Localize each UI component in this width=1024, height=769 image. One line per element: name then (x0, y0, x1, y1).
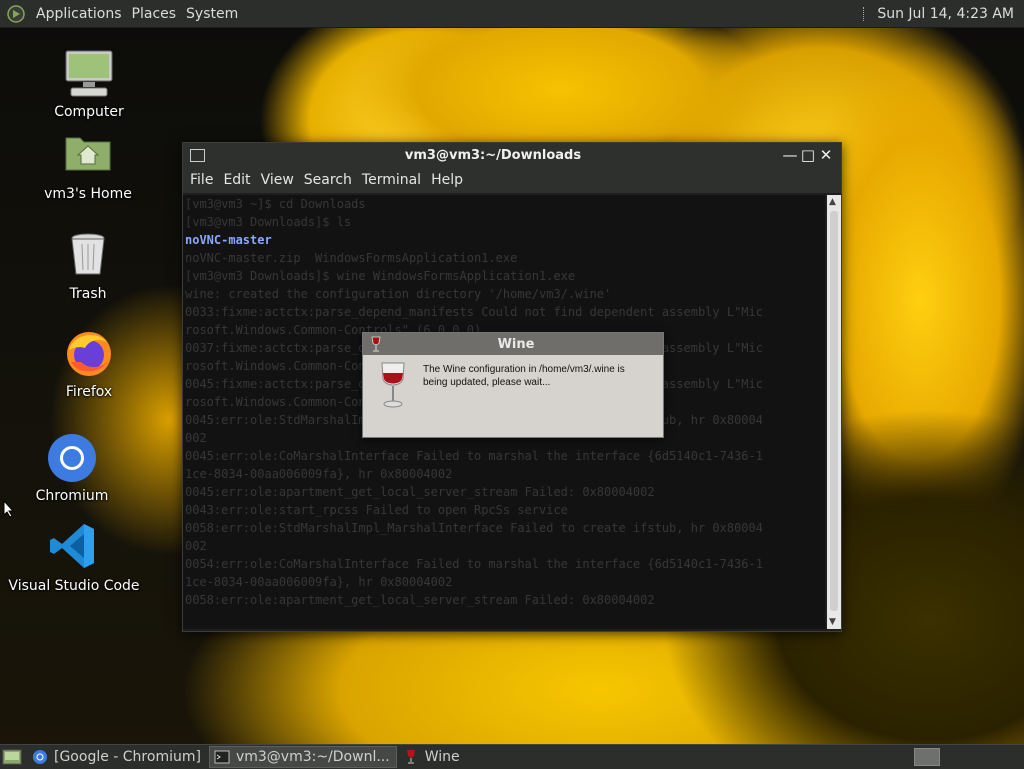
mate-logo-icon[interactable] (7, 4, 25, 23)
computer-icon (63, 48, 115, 100)
clock[interactable]: Sun Jul 14, 4:23 AM (877, 6, 1014, 22)
wine-dialog-title: Wine (497, 336, 535, 352)
minimize-button[interactable]: — (781, 146, 799, 164)
wine-dialog[interactable]: Wine The Wine configuration in /home/vm3… (362, 332, 664, 438)
menu-view[interactable]: View (256, 172, 299, 188)
menu-help[interactable]: Help (426, 172, 468, 188)
desktop-icon-home[interactable]: vm3's Home (18, 130, 158, 202)
terminal-line: wine: created the configuration director… (185, 287, 612, 301)
terminal-line: 0045:err:ole:apartment_get_local_server_… (185, 485, 655, 499)
terminal-scrollbar[interactable]: ▲ ▼ (827, 195, 841, 629)
scroll-thumb[interactable] (830, 211, 838, 611)
places-menu[interactable]: Places (127, 6, 182, 22)
terminal-titlebar[interactable]: vm3@vm3:~/Downloads — □ ✕ (183, 143, 841, 167)
terminal-line: 1ce-8034-00aa006009fa}, hr 0x80004002 (185, 575, 453, 589)
close-button[interactable]: ✕ (817, 146, 835, 164)
terminal-line: 0054:err:ole:CoMarshalInterface Failed t… (185, 557, 763, 571)
terminal-line: 0033:fixme:actctx:parse_depend_manifests… (185, 305, 763, 319)
terminal-line: 002 (185, 539, 207, 553)
panel-separator (863, 6, 867, 21)
taskbar-item-label: [Google - Chromium] (54, 749, 201, 765)
menu-edit[interactable]: Edit (218, 172, 255, 188)
chromium-icon (33, 750, 47, 764)
show-desktop-icon[interactable] (2, 748, 22, 766)
terminal-line: [vm3@vm3 Downloads]$ wine WindowsFormsAp… (185, 269, 576, 283)
home-folder-icon (62, 130, 114, 182)
desktop-icon-label: Chromium (35, 488, 109, 504)
vscode-icon (48, 522, 100, 574)
taskbar-item-label: vm3@vm3:~/Downl... (235, 749, 390, 765)
terminal-line: [vm3@vm3 ~]$ cd Downloads (185, 197, 366, 211)
workspace-switcher[interactable] (914, 748, 940, 766)
wine-dialog-message: The Wine configuration in /home/vm3/.win… (423, 364, 625, 388)
desktop-icon-label: Trash (69, 286, 107, 302)
window-title: vm3@vm3:~/Downloads (404, 147, 582, 163)
terminal-line: noVNC-master (185, 231, 825, 249)
top-panel: Applications Places System Sun Jul 14, 4… (0, 0, 1024, 28)
terminal-icon (190, 148, 205, 162)
terminal-line: [vm3@vm3 Downloads]$ ls (185, 215, 352, 229)
terminal-line: 1ce-8034-00aa006009fa}, hr 0x80004002 (185, 467, 453, 481)
desktop-icon-firefox[interactable]: Firefox (19, 328, 159, 400)
terminal-line: 0058:err:ole:StdMarshalImpl_MarshalInter… (185, 521, 763, 535)
taskbar-item-wine[interactable]: Wine (399, 747, 466, 767)
desktop-icon-label: Visual Studio Code (8, 578, 140, 594)
desktop-icon-chromium[interactable]: Chromium (2, 432, 142, 504)
chromium-icon (46, 432, 98, 484)
wine-icon (406, 750, 415, 764)
wine-icon (371, 336, 381, 352)
desktop-icon-label: Firefox (65, 384, 113, 400)
terminal-icon (214, 750, 230, 764)
desktop-icon-computer[interactable]: Computer (19, 48, 159, 120)
terminal-menubar: File Edit View Search Terminal Help (183, 167, 841, 193)
bottom-panel: [Google - Chromium] vm3@vm3:~/Downl... W… (0, 744, 1024, 769)
terminal-line: 0058:err:ole:apartment_get_local_server_… (185, 593, 655, 607)
desktop-icon-label: Computer (54, 104, 124, 120)
desktop-icon-label: vm3's Home (44, 186, 132, 202)
terminal-line: 0043:err:ole:start_rpcss Failed to open … (185, 503, 568, 517)
desktop-icon-trash[interactable]: Trash (18, 230, 158, 302)
terminal-line: 0045:err:ole:CoMarshalInterface Failed t… (185, 449, 763, 463)
terminal-line: noVNC-master.zip WindowsFormsApplication… (185, 251, 518, 265)
taskbar-item-label: Wine (424, 749, 460, 765)
system-menu[interactable]: System (181, 6, 243, 22)
scroll-down-icon[interactable]: ▼ (829, 617, 836, 627)
scroll-up-icon[interactable]: ▲ (829, 197, 836, 207)
wine-dialog-titlebar[interactable]: Wine (363, 333, 663, 355)
maximize-button[interactable]: □ (799, 146, 817, 164)
taskbar-item-terminal[interactable]: vm3@vm3:~/Downl... (208, 746, 397, 768)
directory-name: noVNC-master (185, 233, 272, 247)
trash-icon (62, 230, 114, 282)
applications-menu[interactable]: Applications (31, 6, 127, 22)
menu-terminal[interactable]: Terminal (357, 172, 426, 188)
menu-file[interactable]: File (185, 172, 218, 188)
firefox-icon (63, 328, 115, 380)
menu-search[interactable]: Search (299, 172, 357, 188)
desktop-icon-vscode[interactable]: Visual Studio Code (4, 522, 144, 594)
wine-glass-icon (381, 362, 405, 408)
taskbar-item-chromium[interactable]: [Google - Chromium] (28, 747, 207, 767)
mouse-cursor-icon (3, 500, 15, 518)
